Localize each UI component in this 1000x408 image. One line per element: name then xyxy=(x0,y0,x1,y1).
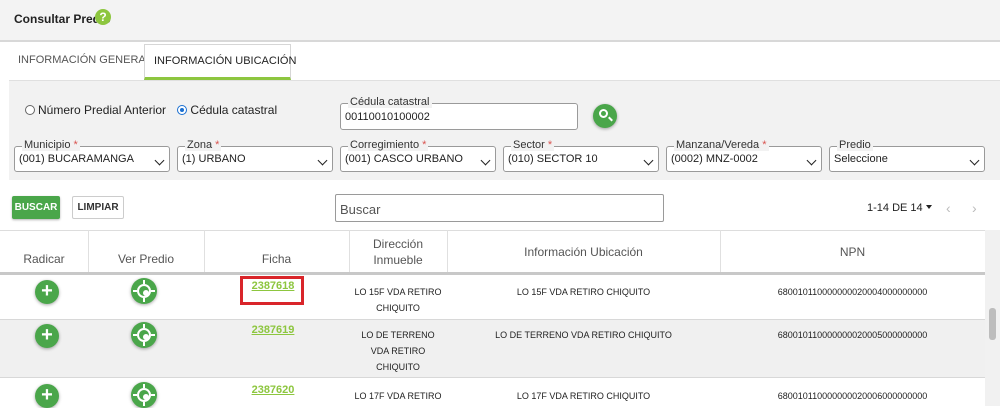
column-header-informacion-ubicacion: Información Ubicación xyxy=(524,245,643,259)
target-icon xyxy=(137,388,151,402)
next-page-button[interactable]: › xyxy=(972,200,977,216)
ver-predio-button[interactable] xyxy=(131,278,157,304)
chevron-down-icon xyxy=(643,155,654,166)
chevron-down-icon xyxy=(806,155,817,166)
predio-field: Predio Seleccione xyxy=(829,139,985,175)
column-header-npn: NPN xyxy=(839,245,866,259)
radicar-button-plus-icon[interactable]: + xyxy=(35,280,59,304)
pagination-label: 1-14 DE 14 xyxy=(867,202,923,214)
ficha-link[interactable]: 2387619 xyxy=(243,324,303,336)
radio-cedula-catastral[interactable] xyxy=(177,105,188,115)
municipio-label: Municipio * xyxy=(22,139,80,151)
column-header-ver-predio: Ver Predio xyxy=(117,252,175,266)
sector-field: Sector * (010) SECTOR 10 xyxy=(503,139,659,175)
ver-predio-button[interactable] xyxy=(131,322,157,348)
radicar-button-plus-icon[interactable]: + xyxy=(35,324,59,348)
page-header: Consultar Predio ? xyxy=(0,0,1000,42)
chevron-down-icon xyxy=(480,155,491,166)
tab-informacion-ubicacion[interactable]: INFORMACIÓN UBICACIÓN xyxy=(144,44,296,80)
radio-cedula-catastral-label[interactable]: Cédula catastral xyxy=(190,103,277,117)
radio-numero-predial[interactable] xyxy=(25,105,35,115)
column-header-ficha: Ficha xyxy=(261,252,292,266)
ver-predio-button[interactable] xyxy=(131,382,157,408)
radio-numero-predial-label[interactable]: Número Predial Anterior xyxy=(38,103,166,117)
ficha-link[interactable]: 2387620 xyxy=(243,384,303,396)
direccion-cell: LO DE TERRENO VDA RETIRO CHIQUITO xyxy=(361,330,435,372)
help-icon[interactable]: ? xyxy=(95,9,111,25)
info-ubicacion-cell: LO 17F VDA RETIRO CHIQUITO xyxy=(516,391,651,401)
npn-cell: 680010110000000020006000000000 xyxy=(777,391,928,401)
search-icon xyxy=(599,109,608,118)
corregimiento-field: Corregimiento * (001) CASCO URBANO xyxy=(340,139,496,175)
caret-down-icon xyxy=(925,205,932,209)
cedula-field: Cédula catastral 00110010100002 xyxy=(340,96,578,132)
manzana-vereda-field: Manzana/Vereda * (0002) MNZ-0002 xyxy=(666,139,822,175)
search-icon-handle xyxy=(608,116,613,122)
target-icon xyxy=(137,328,151,342)
buscar-button[interactable]: BUSCAR xyxy=(12,196,60,219)
column-header-radicar: Radicar xyxy=(23,252,65,266)
table-scrollbar[interactable] xyxy=(985,230,1000,406)
limpiar-button[interactable]: LIMPIAR xyxy=(72,196,124,219)
tab-informacion-general[interactable]: INFORMACIÓN GENERAL xyxy=(9,44,152,80)
cedula-label: Cédula catastral xyxy=(348,96,432,108)
info-ubicacion-cell: LO DE TERRENO VDA RETIRO CHIQUITO xyxy=(495,330,672,340)
prev-page-button[interactable]: ‹ xyxy=(946,200,951,216)
direccion-cell: LO 17F VDA RETIRO xyxy=(354,391,442,401)
zona-label: Zona * xyxy=(185,139,222,151)
chevron-down-icon xyxy=(969,155,980,166)
cedula-search-button[interactable] xyxy=(593,104,617,128)
direccion-cell: LO 15F VDA RETIRO CHIQUITO xyxy=(354,287,442,313)
manzana-vereda-label: Manzana/Vereda * xyxy=(674,139,769,151)
target-icon xyxy=(137,284,151,298)
chevron-down-icon xyxy=(317,155,328,166)
npn-cell: 680010110000000020005000000000 xyxy=(777,330,928,340)
radicar-button-plus-icon[interactable]: + xyxy=(35,384,59,408)
npn-cell: 680010110000000020004000000000 xyxy=(777,287,928,297)
corregimiento-label: Corregimiento * xyxy=(348,139,429,151)
table-search-input[interactable]: Buscar xyxy=(335,194,664,222)
ficha-link[interactable]: 2387618 xyxy=(243,280,303,292)
search-mode-radios: Número Predial Anterior Cédula catastral xyxy=(25,103,285,117)
sector-label: Sector * xyxy=(511,139,555,151)
column-header-direccion: Dirección Inmueble xyxy=(372,237,423,267)
pagination-dropdown[interactable]: 1-14 DE 14 xyxy=(867,202,932,214)
zona-field: Zona * (1) URBANO xyxy=(177,139,333,175)
scrollbar-thumb[interactable] xyxy=(989,308,996,340)
predio-label: Predio xyxy=(837,139,873,151)
info-ubicacion-cell: LO 15F VDA RETIRO CHIQUITO xyxy=(516,287,651,297)
chevron-down-icon xyxy=(154,155,165,166)
municipio-field: Municipio * (001) BUCARAMANGA xyxy=(14,139,170,175)
